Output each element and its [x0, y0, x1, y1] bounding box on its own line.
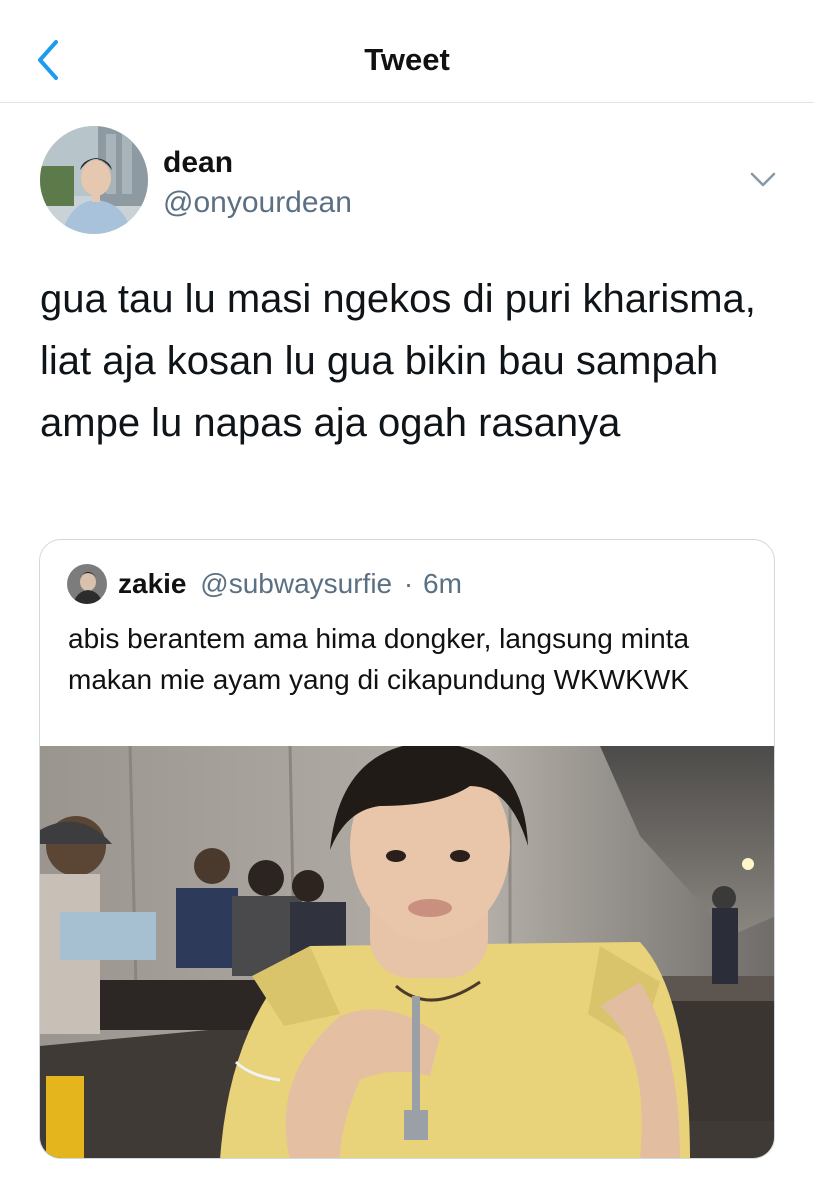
quoted-header: zakie @subwaysurfie · 6m [118, 568, 462, 600]
photo-image [40, 742, 774, 1158]
quoted-author-name[interactable]: zakie [118, 568, 187, 599]
quoted-avatar-image [67, 564, 107, 604]
quoted-timestamp[interactable]: 6m [423, 568, 462, 599]
top-nav-bar: Tweet [0, 0, 814, 103]
quoted-tweet[interactable]: zakie @subwaysurfie · 6m abis berantem a… [39, 539, 775, 1159]
quoted-avatar[interactable] [67, 564, 107, 604]
more-options-button[interactable] [748, 168, 778, 192]
tweet-author: dean @onyourdean [40, 126, 780, 236]
quoted-separator: · [403, 568, 414, 599]
author-name[interactable]: dean [163, 146, 233, 180]
page-title: Tweet [364, 42, 450, 77]
avatar[interactable] [40, 126, 148, 234]
author-handle[interactable]: @onyourdean [163, 186, 352, 220]
tweet-text: gua tau lu masi ngekos di puri kharisma,… [40, 277, 756, 445]
quoted-photo[interactable] [40, 742, 774, 1158]
chevron-down-icon [750, 172, 776, 187]
quoted-author-handle[interactable]: @subwaysurfie [200, 568, 392, 599]
avatar-image [40, 126, 148, 234]
quoted-text: abis berantem ama hima dongker, langsung… [68, 623, 690, 695]
